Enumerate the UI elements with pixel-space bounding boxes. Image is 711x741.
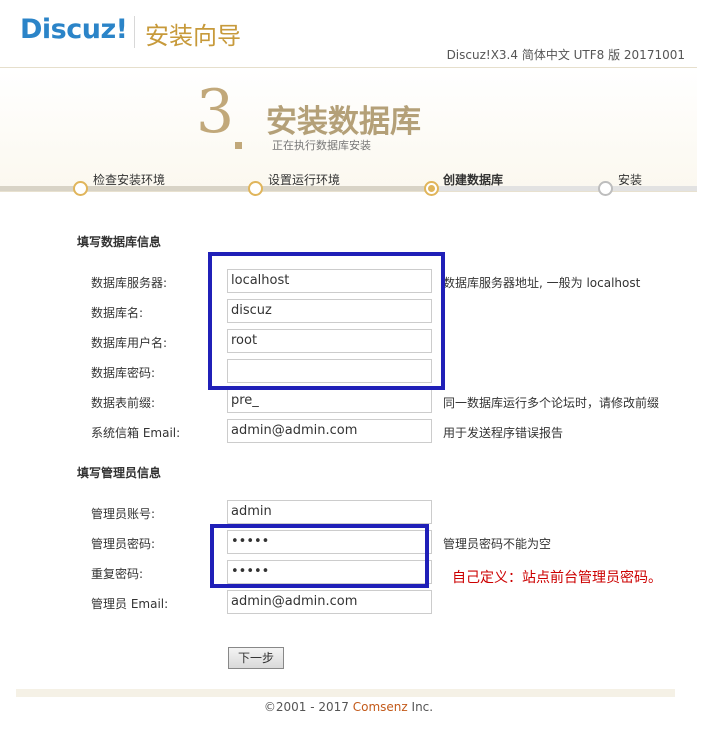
logo-divider xyxy=(134,16,135,48)
admin-password-hint: 管理员密码不能为空 xyxy=(443,537,552,551)
step-title: 安装数据库 xyxy=(266,104,421,140)
db-section-title: 填写数据库信息 xyxy=(77,235,162,249)
system-email-label: 系统信箱 Email: xyxy=(91,426,181,440)
admin-account-label: 管理员账号: xyxy=(91,507,156,521)
repeat-password-label: 重复密码: xyxy=(91,567,144,581)
admin-email-label: 管理员 Email: xyxy=(91,597,169,611)
copyright-suffix: Inc. xyxy=(407,700,434,714)
progress-node-check-env xyxy=(73,181,88,196)
admin-section-title: 填写管理员信息 xyxy=(77,466,162,480)
system-email-hint: 用于发送程序错误报告 xyxy=(443,426,564,440)
step-number: 3 xyxy=(196,77,235,147)
admin-account-input[interactable]: admin xyxy=(227,500,432,524)
footer-divider xyxy=(16,689,675,697)
admin-password-highlight xyxy=(210,524,429,588)
progress-label-create-db: 创建数据库 xyxy=(443,173,504,187)
step-number-dot xyxy=(235,142,242,149)
table-prefix-input[interactable]: pre_ xyxy=(227,389,432,413)
progress-label-setup-env: 设置运行环境 xyxy=(268,173,341,187)
step-subtitle: 正在执行数据库安装 xyxy=(272,139,371,152)
discuz-logo: Discuz! xyxy=(20,14,128,45)
copyright-text: ©2001 - 2017 xyxy=(263,700,353,714)
comsenz-link[interactable]: Comsenz xyxy=(353,700,408,714)
db-host-label: 数据库服务器: xyxy=(91,276,168,290)
db-host-hint: 数据库服务器地址, 一般为 localhost xyxy=(443,276,641,290)
version-info: Discuz!X3.4 简体中文 UTF8 版 20171001 xyxy=(446,48,685,62)
progress-label-check-env: 检查安装环境 xyxy=(93,173,166,187)
progress-label-install: 安装 xyxy=(618,173,643,187)
db-name-label: 数据库名: xyxy=(91,306,144,320)
install-wizard-page: Discuz! 安装向导 Discuz!X3.4 简体中文 UTF8 版 201… xyxy=(0,0,697,741)
wizard-title: 安装向导 xyxy=(145,22,241,50)
progress-node-install xyxy=(598,181,613,196)
db-password-label: 数据库密码: xyxy=(91,366,156,380)
system-email-input[interactable]: admin@admin.com xyxy=(227,419,432,443)
footer: ©2001 - 2017 Comsenz Inc. xyxy=(0,700,697,714)
progress-divider xyxy=(0,191,697,192)
header: Discuz! 安装向导 Discuz!X3.4 简体中文 UTF8 版 201… xyxy=(0,0,697,68)
table-prefix-label: 数据表前缀: xyxy=(91,396,156,410)
table-prefix-hint: 同一数据库运行多个论坛时，请修改前缀 xyxy=(443,396,660,410)
password-annotation: 自己定义：站点前台管理员密码。 xyxy=(452,570,662,586)
progress-node-create-db xyxy=(424,181,439,196)
next-step-button[interactable]: 下一步 xyxy=(228,647,284,669)
db-credentials-highlight xyxy=(208,252,445,390)
progress-node-setup-env xyxy=(248,181,263,196)
admin-email-input[interactable]: admin@admin.com xyxy=(227,590,432,614)
admin-password-label: 管理员密码: xyxy=(91,537,156,551)
db-user-label: 数据库用户名: xyxy=(91,336,168,350)
